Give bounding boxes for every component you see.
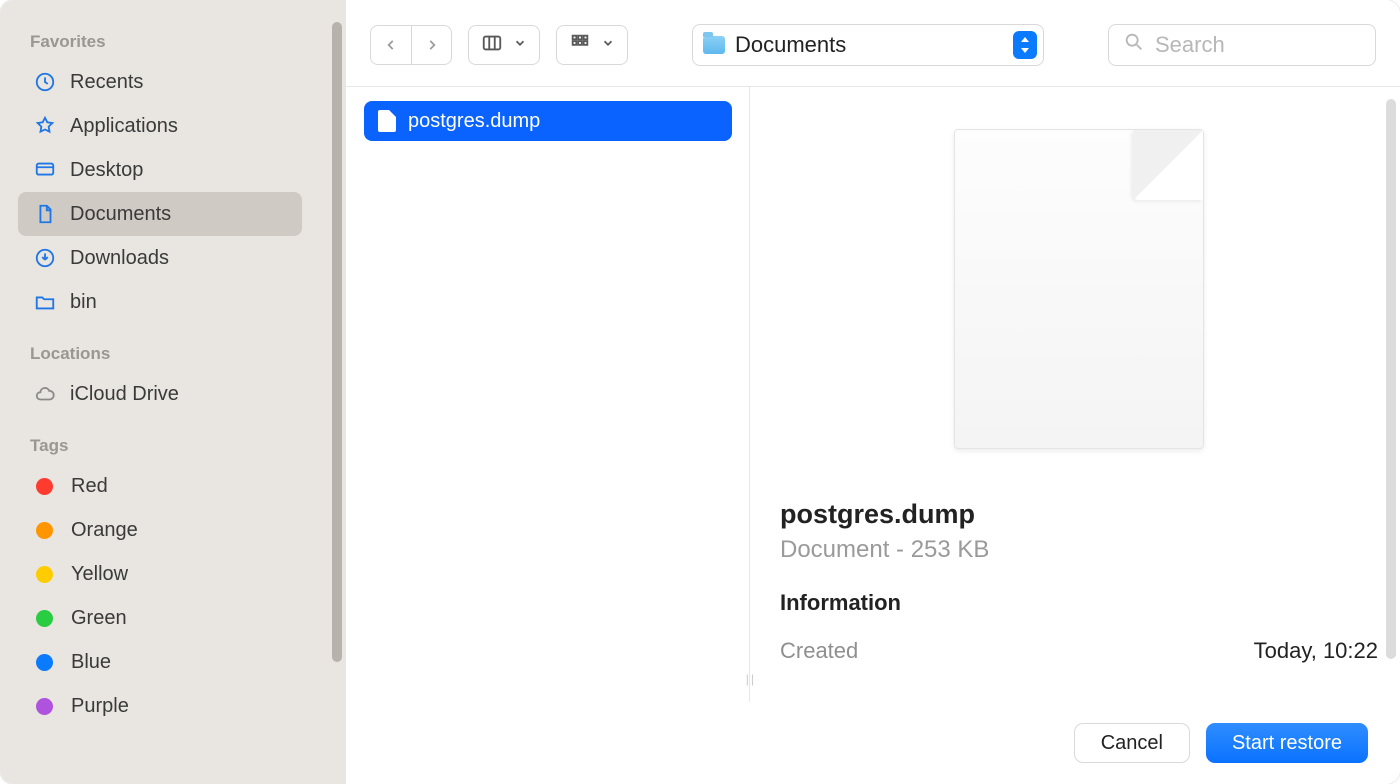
sidebar-item-recents[interactable]: Recents xyxy=(18,60,302,104)
locations-heading: Locations xyxy=(18,324,346,372)
sidebar-item-icloud[interactable]: iCloud Drive xyxy=(18,372,302,416)
tag-label: Green xyxy=(71,607,127,630)
tag-label: Orange xyxy=(71,519,138,542)
clock-icon xyxy=(30,71,60,93)
tag-dot-icon xyxy=(36,698,53,715)
desktop-icon xyxy=(30,159,60,181)
tag-dot-icon xyxy=(36,610,53,627)
download-icon xyxy=(30,247,60,269)
start-restore-button[interactable]: Start restore xyxy=(1206,723,1368,763)
file-list-column: postgres.dump || xyxy=(346,87,750,702)
chevron-down-icon xyxy=(513,36,527,55)
chevron-down-icon xyxy=(601,36,615,55)
preview-created-label: Created xyxy=(780,638,858,664)
preview-info-heading: Information xyxy=(780,590,1378,616)
sidebar-item-bin[interactable]: bin xyxy=(18,280,302,324)
favorites-heading: Favorites xyxy=(18,12,346,60)
view-columns-control[interactable] xyxy=(468,25,540,65)
sidebar-item-label: Desktop xyxy=(70,159,143,182)
sidebar-item-label: Documents xyxy=(70,203,171,226)
forward-button[interactable] xyxy=(411,26,451,64)
nav-group xyxy=(370,25,452,65)
columns-icon xyxy=(481,32,503,59)
sidebar-item-label: bin xyxy=(70,291,97,314)
grid-icon xyxy=(569,32,591,59)
location-select[interactable]: Documents xyxy=(692,24,1044,66)
tag-dot-icon xyxy=(36,478,53,495)
tags-heading: Tags xyxy=(18,416,346,464)
updown-stepper-icon xyxy=(1013,31,1037,59)
search-input[interactable]: Search xyxy=(1108,24,1376,66)
tag-dot-icon xyxy=(36,566,53,583)
folder-icon xyxy=(703,36,725,54)
folder-icon xyxy=(30,291,60,313)
tag-item-orange[interactable]: Orange xyxy=(18,508,302,552)
file-name: postgres.dump xyxy=(408,110,540,133)
tag-item-purple[interactable]: Purple xyxy=(18,684,302,728)
location-label: Documents xyxy=(735,32,1013,58)
sidebar-item-label: Recents xyxy=(70,71,143,94)
sidebar: Favorites Recents Applications Desktop xyxy=(0,0,346,784)
search-placeholder: Search xyxy=(1155,32,1225,58)
tag-item-blue[interactable]: Blue xyxy=(18,640,302,684)
sidebar-item-downloads[interactable]: Downloads xyxy=(18,236,302,280)
file-row-selected[interactable]: postgres.dump xyxy=(364,101,732,141)
tag-label: Blue xyxy=(71,651,111,674)
cancel-button[interactable]: Cancel xyxy=(1074,723,1190,763)
search-icon xyxy=(1123,31,1145,59)
preview-scrollbar[interactable] xyxy=(1386,99,1396,659)
sidebar-item-desktop[interactable]: Desktop xyxy=(18,148,302,192)
applications-icon xyxy=(30,115,60,137)
tag-dot-icon xyxy=(36,654,53,671)
content-area: postgres.dump || postgres.dump Document … xyxy=(346,87,1400,702)
tag-label: Red xyxy=(71,475,108,498)
sidebar-item-label: iCloud Drive xyxy=(70,383,179,406)
tag-item-red[interactable]: Red xyxy=(18,464,302,508)
file-icon xyxy=(378,110,396,132)
main-panel: Documents Search postgres.dump xyxy=(346,0,1400,784)
document-icon xyxy=(30,203,60,225)
tag-item-yellow[interactable]: Yellow xyxy=(18,552,302,596)
preview-filename: postgres.dump xyxy=(780,499,1378,530)
tag-item-green[interactable]: Green xyxy=(18,596,302,640)
tag-dot-icon xyxy=(36,522,53,539)
cloud-icon xyxy=(30,383,60,405)
sidebar-item-label: Applications xyxy=(70,115,178,138)
preview-thumbnail xyxy=(954,129,1204,449)
preview-created-row: Created Today, 10:22 xyxy=(780,638,1378,664)
preview-column: postgres.dump Document - 253 KB Informat… xyxy=(750,87,1400,702)
sidebar-scrollbar[interactable] xyxy=(332,22,342,662)
dialog-footer: Cancel Start restore xyxy=(346,702,1400,784)
preview-subtitle: Document - 253 KB xyxy=(780,536,1378,564)
sidebar-item-label: Downloads xyxy=(70,247,169,270)
preview-created-value: Today, 10:22 xyxy=(1254,638,1378,664)
group-by-control[interactable] xyxy=(556,25,628,65)
tag-label: Yellow xyxy=(71,563,128,586)
back-button[interactable] xyxy=(371,26,411,64)
toolbar: Documents Search xyxy=(346,0,1400,87)
sidebar-item-applications[interactable]: Applications xyxy=(18,104,302,148)
sidebar-item-documents[interactable]: Documents xyxy=(18,192,302,236)
tag-label: Purple xyxy=(71,695,129,718)
file-open-dialog: Favorites Recents Applications Desktop xyxy=(0,0,1400,784)
